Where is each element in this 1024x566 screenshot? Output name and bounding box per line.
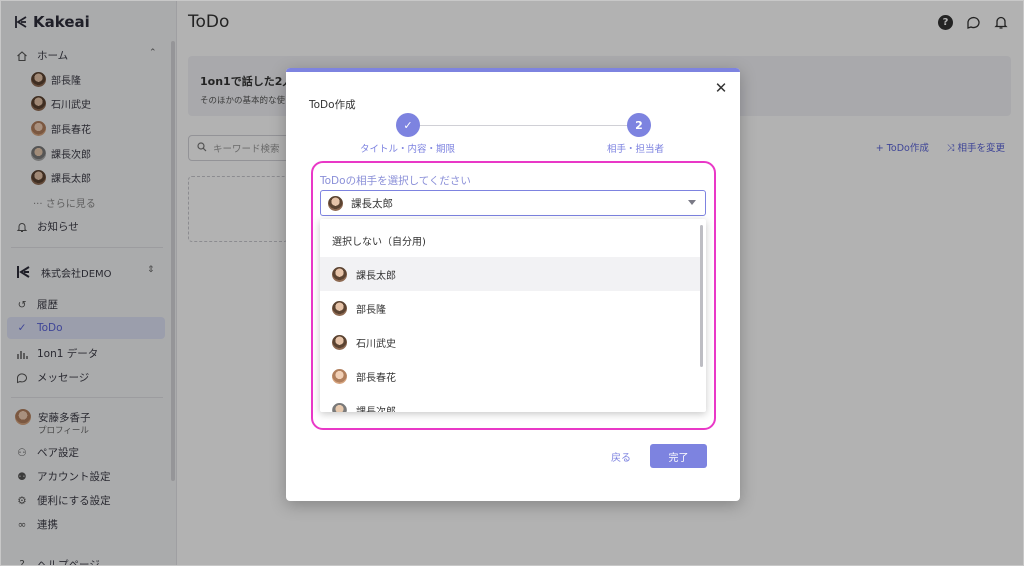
app-window: Kakeai ホーム ⌃ 部長隆 石川武史 部長春花 課長次郎 課長太郎 ···… [0,0,1024,566]
done-button[interactable]: 完了 [650,444,707,468]
option-item[interactable]: 課長太郎 [320,257,700,291]
dropdown-arrow-icon [688,200,696,205]
todo-create-dialog: ToDo作成 ✕ ✓ 2 タイトル・内容・期限 相手・担当者 ToDoの相手を選… [286,68,740,501]
avatar [332,266,347,282]
back-button[interactable]: 戻る [611,449,631,464]
option-label: 部長春花 [356,372,396,384]
selected-partner: 課長太郎 [351,197,393,210]
step-1-label: タイトル・内容・期限 [360,144,456,155]
option-label: 課長太郎 [356,270,396,282]
dialog-title: ToDo作成 [309,99,356,111]
step-2-circle[interactable]: 2 [627,113,651,137]
option-label: 選択しない（自分用) [332,236,426,248]
option-label: 課長次郎 [356,406,396,413]
avatar [332,300,347,316]
partner-field-label: ToDoの相手を選択してください [320,175,471,187]
option-item[interactable]: 石川武史 [320,325,700,359]
option-item[interactable]: 部長隆 [320,291,700,325]
option-item[interactable]: 課長次郎 [320,393,700,412]
partner-select[interactable]: 課長太郎 [320,190,706,216]
option-item[interactable]: 部長春花 [320,359,700,393]
option-label: 部長隆 [356,304,386,316]
option-label: 石川武史 [356,338,396,350]
dropdown-scrollbar[interactable] [700,225,703,367]
stepper-line [419,125,627,126]
dialog-accent-bar [286,68,740,72]
step-1-check-icon[interactable]: ✓ [396,113,420,137]
option-none[interactable]: 選択しない（自分用) [320,223,700,257]
close-icon[interactable]: ✕ [714,81,728,96]
avatar [332,402,347,412]
step-2-label: 相手・担当者 [607,144,665,155]
avatar [332,368,347,384]
avatar [328,195,343,211]
partner-dropdown-menu: 選択しない（自分用) 課長太郎 部長隆 石川武史 部長春花 課長次郎 [320,219,706,412]
avatar [332,334,347,350]
